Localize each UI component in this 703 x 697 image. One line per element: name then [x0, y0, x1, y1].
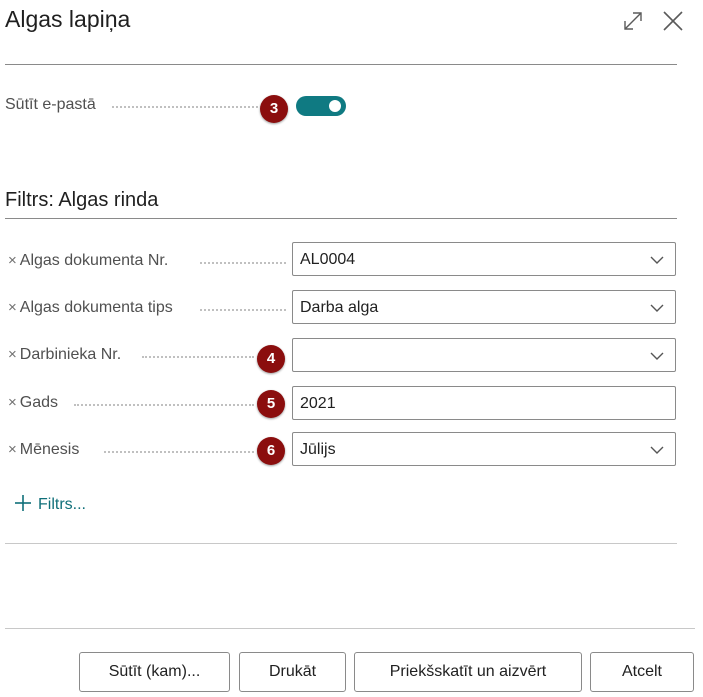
- step-badge-6: 6: [257, 437, 285, 465]
- filter-row-month: × Mēnesis: [8, 441, 79, 459]
- close-icon[interactable]: [660, 8, 686, 34]
- section-divider-top: [5, 64, 677, 65]
- leader-dots: [74, 404, 254, 406]
- leader-dots: [104, 451, 254, 453]
- footer-divider: [5, 628, 695, 629]
- chevron-down-icon[interactable]: [649, 444, 665, 456]
- filter-row-year: × Gads: [8, 394, 58, 412]
- filter-section-title: Filtrs: Algas rinda: [5, 189, 159, 211]
- filter-row-document-type: × Algas dokumenta tips: [8, 299, 173, 317]
- remove-filter-icon[interactable]: ×: [8, 441, 17, 458]
- toggle-knob: [329, 100, 341, 112]
- step-badge-3: 3: [260, 95, 288, 123]
- field-value: Jūlijs: [300, 441, 336, 458]
- year-field[interactable]: 2021: [292, 386, 676, 420]
- filter-row-employee-no: × Darbinieka Nr.: [8, 346, 121, 364]
- chevron-down-icon[interactable]: [649, 350, 665, 362]
- send-to-button[interactable]: Sūtīt (kam)...: [79, 652, 230, 692]
- remove-filter-icon[interactable]: ×: [8, 252, 17, 269]
- leader-dots: [200, 262, 286, 264]
- month-field[interactable]: Jūlijs: [292, 432, 676, 466]
- preview-and-close-button[interactable]: Priekšskatīt un aizvērt: [354, 652, 582, 692]
- leader-dots: [112, 106, 258, 108]
- add-filter-link[interactable]: Filtrs...: [14, 494, 86, 514]
- send-email-toggle[interactable]: [296, 96, 346, 116]
- remove-filter-icon[interactable]: ×: [8, 346, 17, 363]
- document-no-field[interactable]: AL0004: [292, 242, 676, 276]
- leader-dots: [142, 356, 254, 358]
- filter-section-divider: [5, 218, 677, 219]
- filter-row-document-no: × Algas dokumenta Nr.: [8, 252, 168, 270]
- plus-icon: [15, 495, 31, 511]
- field-value: AL0004: [300, 251, 356, 268]
- expand-icon[interactable]: [620, 8, 646, 34]
- dialog-title: Algas lapiņa: [5, 6, 131, 32]
- print-button[interactable]: Drukāt: [239, 652, 346, 692]
- step-badge-4: 4: [257, 345, 285, 373]
- filter-label: Gads: [19, 394, 59, 411]
- leader-dots: [200, 309, 286, 311]
- cancel-button[interactable]: Atcelt: [590, 652, 694, 692]
- add-filter-label: Filtrs...: [38, 496, 86, 513]
- filter-label: Algas dokumenta Nr.: [19, 252, 169, 269]
- filter-label: Darbinieka Nr.: [19, 346, 122, 363]
- filter-section-bottom-divider: [5, 543, 677, 544]
- remove-filter-icon[interactable]: ×: [8, 299, 17, 316]
- filter-label: Mēnesis: [19, 441, 80, 458]
- chevron-down-icon[interactable]: [649, 254, 665, 266]
- send-email-label: Sūtīt e-pastā: [5, 96, 96, 113]
- remove-filter-icon[interactable]: ×: [8, 394, 17, 411]
- field-value: 2021: [300, 395, 336, 412]
- chevron-down-icon[interactable]: [649, 302, 665, 314]
- step-badge-5: 5: [257, 390, 285, 418]
- document-type-field[interactable]: Darba alga: [292, 290, 676, 324]
- filter-label: Algas dokumenta tips: [19, 299, 173, 316]
- employee-no-field[interactable]: [292, 338, 676, 372]
- field-value: Darba alga: [300, 299, 379, 316]
